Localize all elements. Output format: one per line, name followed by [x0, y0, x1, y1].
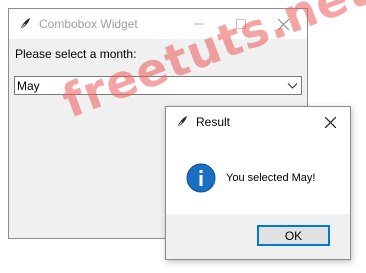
result-dialog: Result You selected May! OK: [165, 106, 351, 260]
feather-icon: [176, 116, 187, 129]
result-message: You selected May!: [226, 172, 316, 184]
dialog-titlebar[interactable]: Result: [166, 107, 350, 137]
minimize-button[interactable]: [179, 9, 219, 39]
close-icon: [324, 116, 336, 128]
ok-button[interactable]: OK: [257, 225, 330, 246]
minimize-icon: [194, 23, 204, 25]
maximize-icon: [236, 19, 246, 29]
dialog-title: Result: [196, 115, 231, 129]
close-icon: [277, 18, 289, 30]
info-icon: [186, 163, 216, 193]
feather-icon: [19, 18, 30, 31]
close-button[interactable]: [263, 9, 303, 39]
dialog-button-area: OK: [166, 214, 350, 259]
dialog-close-button[interactable]: [310, 107, 350, 137]
month-combobox[interactable]: May: [14, 76, 302, 95]
chevron-down-icon[interactable]: [286, 79, 299, 92]
month-prompt-label: Please select a month:: [15, 47, 137, 61]
window-title: Combobox Widget: [39, 17, 138, 31]
combobox-value: May: [17, 79, 40, 93]
maximize-button[interactable]: [221, 9, 261, 39]
main-titlebar[interactable]: Combobox Widget: [9, 9, 307, 39]
